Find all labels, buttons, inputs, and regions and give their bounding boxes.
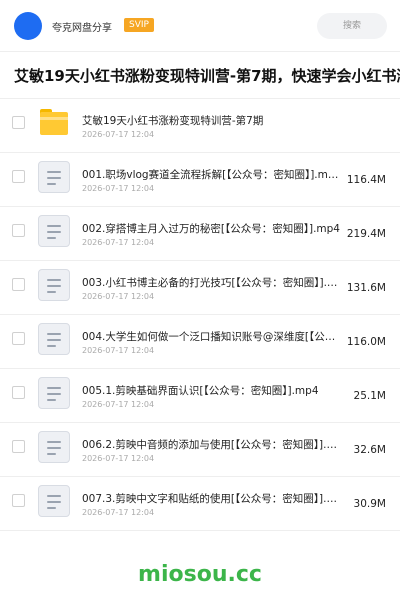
item-checkbox[interactable] <box>12 170 25 183</box>
item-size: 30.9M <box>353 498 386 510</box>
list-item[interactable]: 003.小红书博主必备的打光技巧[【公众号：密知圈】].mp4 2026-07-… <box>0 261 400 315</box>
page-title: 艾敏19天小红书涨粉变现特训营-第7期，快速学会小红书涨粉 <box>14 67 400 85</box>
list-item[interactable]: 005.1.剪映基础界面认识[【公众号：密知圈】].mp4 2026-07-17… <box>0 369 400 423</box>
document-icon <box>38 269 70 301</box>
item-checkbox[interactable] <box>12 440 25 453</box>
item-name: 003.小红书博主必备的打光技巧[【公众号：密知圈】].mp4 <box>82 277 340 289</box>
item-size: 116.0M <box>346 336 386 348</box>
item-name: 005.1.剪映基础界面认识[【公众号：密知圈】].mp4 <box>82 385 319 397</box>
item-checkbox[interactable] <box>12 224 25 237</box>
item-name: 001.职场vlog赛道全流程拆解[【公众号：密知圈】].mp4 <box>82 169 340 181</box>
item-date: 2026-07-17 12:04 <box>82 130 155 139</box>
item-date: 2026-07-17 12:04 <box>82 454 155 463</box>
item-checkbox[interactable] <box>12 386 25 399</box>
document-icon <box>38 323 70 355</box>
item-size: 25.1M <box>353 390 386 402</box>
item-date: 2026-07-17 12:04 <box>82 400 155 409</box>
folder-icon <box>40 109 68 135</box>
item-date: 2026-07-17 12:04 <box>82 184 155 193</box>
list-item[interactable]: 001.职场vlog赛道全流程拆解[【公众号：密知圈】].mp4 2026-07… <box>0 153 400 207</box>
watermark-brand: miosou.cc <box>138 562 262 587</box>
item-checkbox[interactable] <box>12 116 25 129</box>
item-date: 2026-07-17 12:04 <box>82 292 155 301</box>
list-item[interactable]: 007.3.剪映中文字和贴纸的使用[【公众号：密知圈】].mp4 2026-07… <box>0 477 400 531</box>
item-size: 219.4M <box>346 228 386 240</box>
item-size: 116.4M <box>346 174 386 186</box>
item-size: 32.6M <box>353 444 386 456</box>
item-name: 007.3.剪映中文字和贴纸的使用[【公众号：密知圈】].mp4 <box>82 493 340 505</box>
list-item[interactable]: 006.2.剪映中音频的添加与使用[【公众号：密知圈】].mp4 2026-07… <box>0 423 400 477</box>
document-icon <box>38 431 70 463</box>
item-checkbox[interactable] <box>12 494 25 507</box>
item-date: 2026-07-17 12:04 <box>82 346 155 355</box>
search-input[interactable]: 搜索 <box>317 13 387 39</box>
avatar[interactable] <box>14 12 42 40</box>
item-checkbox[interactable] <box>12 278 25 291</box>
item-name: 004.大学生如何做一个泛口播知识账号@深维度[【公众号：密知圈】].mp4 <box>82 331 340 343</box>
svip-badge: SVIP <box>124 18 154 32</box>
item-name: 艾敏19天小红书涨粉变现特训营-第7期 <box>82 115 264 127</box>
item-name: 006.2.剪映中音频的添加与使用[【公众号：密知圈】].mp4 <box>82 439 340 451</box>
document-icon <box>38 485 70 517</box>
top-bar: 夸克网盘分享 SVIP 搜索 <box>0 0 400 52</box>
list-item[interactable]: 004.大学生如何做一个泛口播知识账号@深维度[【公众号：密知圈】].mp4 2… <box>0 315 400 369</box>
document-icon <box>38 377 70 409</box>
file-list: 艾敏19天小红书涨粉变现特训营-第7期 2026-07-17 12:04 001… <box>0 99 400 531</box>
document-icon <box>38 215 70 247</box>
item-date: 2026-07-17 12:04 <box>82 508 155 517</box>
item-checkbox[interactable] <box>12 332 25 345</box>
username: 夸克网盘分享 <box>52 23 112 34</box>
list-item[interactable]: 002.穿搭博主月入过万的秘密[【公众号：密知圈】].mp4 2026-07-1… <box>0 207 400 261</box>
list-item-folder[interactable]: 艾敏19天小红书涨粉变现特训营-第7期 2026-07-17 12:04 <box>0 99 400 153</box>
item-size: 131.6M <box>346 282 386 294</box>
item-name: 002.穿搭博主月入过万的秘密[【公众号：密知圈】].mp4 <box>82 223 340 235</box>
item-date: 2026-07-17 12:04 <box>82 238 155 247</box>
document-icon <box>38 161 70 193</box>
